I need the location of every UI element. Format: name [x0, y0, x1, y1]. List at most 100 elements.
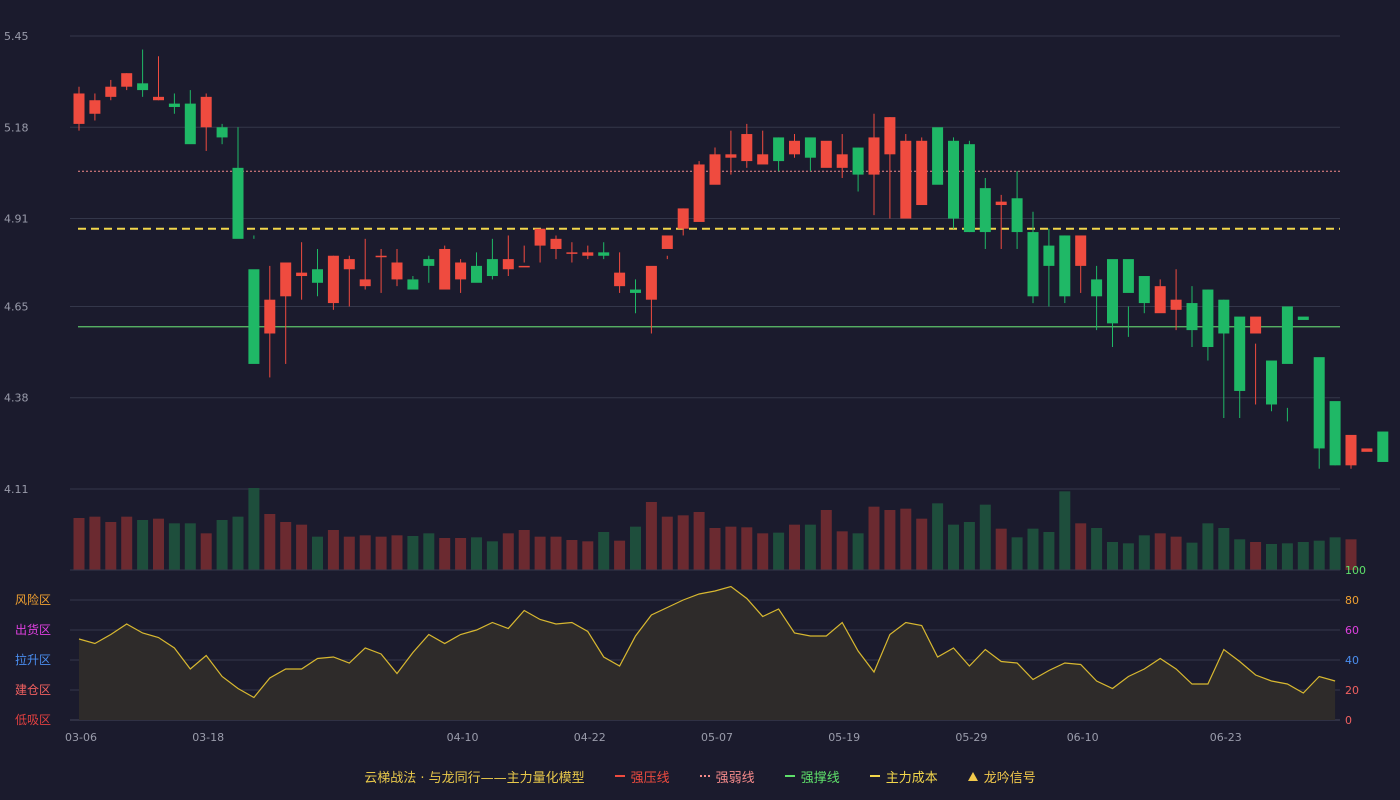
candle-body — [1170, 299, 1182, 310]
zone-label: 风险区 — [15, 592, 51, 607]
candle-body — [423, 259, 435, 266]
candle-body — [1234, 316, 1246, 391]
candle-body — [184, 103, 196, 145]
legend-item-signal[interactable]: 龙吟信号 — [967, 767, 1036, 786]
candle-body — [375, 255, 387, 258]
volume-bar — [1075, 523, 1087, 570]
volume-bar — [89, 516, 101, 570]
volume-bar — [1234, 539, 1246, 570]
indicator-y-tick-label: 0 — [1345, 714, 1352, 727]
volume-bar — [677, 515, 689, 570]
volume-bar — [312, 536, 323, 570]
candle-body — [343, 259, 355, 270]
volume-bar — [1027, 528, 1039, 570]
volume-bar — [1138, 535, 1150, 570]
volume-bar — [502, 533, 514, 570]
candle-body — [1075, 235, 1087, 266]
volume-bar — [471, 537, 482, 570]
candle-body — [1297, 316, 1309, 320]
candle-body — [709, 154, 721, 185]
indicator-y-tick-label: 100 — [1345, 564, 1366, 577]
volume-bar — [995, 528, 1007, 570]
candle-body — [773, 137, 785, 162]
y-tick-label: 4.91 — [4, 213, 29, 226]
volume-bar — [582, 541, 594, 570]
candle-body — [296, 272, 308, 277]
candle-body — [200, 96, 212, 128]
x-tick-label: 06-23 — [1210, 731, 1242, 744]
candle-body — [757, 154, 769, 165]
legend-item-support[interactable]: 强撑线 — [784, 767, 840, 786]
y-tick-label: 5.45 — [4, 30, 29, 43]
candle-body — [1091, 279, 1103, 297]
chart-container: 4.11 4.38 4.65 4.91 5.18 5.45 0 20 40 60 80 100 低吸区 建… — [0, 0, 1400, 800]
candle-body — [327, 255, 339, 304]
volume-bar — [741, 527, 753, 570]
candle-body — [407, 279, 419, 290]
volume-bar — [614, 540, 626, 570]
volume-bar — [900, 508, 912, 570]
volume-bar — [486, 541, 498, 570]
candle-body — [137, 83, 149, 91]
candle-body — [661, 235, 673, 249]
candle-body — [121, 73, 133, 87]
volume-bar — [455, 538, 467, 570]
candle-body — [1266, 360, 1277, 405]
candle-body — [216, 127, 228, 138]
candle-body — [264, 299, 276, 334]
candle-body — [359, 279, 371, 287]
volume-bar — [137, 520, 149, 570]
candle-body — [614, 272, 626, 287]
candle-body — [471, 265, 482, 283]
candle-body — [836, 154, 848, 168]
legend-item-strength[interactable]: 强弱线 — [699, 767, 755, 786]
volume-bar — [200, 533, 212, 570]
volume-bar — [598, 532, 610, 570]
volume-bar — [963, 522, 975, 570]
candle-body — [1107, 259, 1118, 324]
volume-bar — [1186, 542, 1198, 570]
candle-body — [1250, 316, 1262, 334]
volume-bar — [630, 526, 641, 570]
volume-bar — [264, 514, 276, 570]
volume-bar — [1122, 543, 1134, 570]
indicator-y-tick-label: 80 — [1345, 594, 1359, 607]
volume-bar — [1011, 537, 1023, 570]
candle-body — [566, 252, 578, 254]
candle-body — [391, 262, 403, 280]
candle-body — [1345, 434, 1357, 466]
volume-bar — [1154, 533, 1166, 570]
legend-item-cost[interactable]: 主力成本 — [869, 767, 938, 786]
volume-bar — [1281, 543, 1293, 570]
candle-body — [900, 140, 912, 219]
x-tick-label: 05-19 — [828, 731, 860, 744]
candle-body — [1059, 235, 1071, 297]
indicator-y-tick-label: 20 — [1345, 684, 1359, 697]
candle-body — [932, 127, 944, 185]
volume-bar — [1170, 536, 1182, 570]
volume-bar — [836, 531, 848, 570]
x-tick-label: 04-22 — [574, 731, 606, 744]
candle-body — [963, 144, 975, 233]
candle-body — [1154, 286, 1166, 314]
volume-bar — [248, 488, 260, 570]
candle-body — [884, 117, 896, 155]
candle-body — [1313, 357, 1325, 449]
volume-bar — [932, 503, 944, 570]
solid-line-icon — [784, 775, 795, 777]
x-tick-label: 06-10 — [1067, 731, 1099, 744]
volume-bar — [391, 535, 403, 570]
legend-label-resistance: 强压线 — [630, 770, 670, 786]
volume-bar — [280, 522, 292, 570]
volume-bar — [1091, 528, 1103, 570]
volume-bar — [359, 535, 371, 570]
candle-body — [820, 140, 832, 168]
volume-bar — [439, 538, 451, 570]
candle-body — [518, 265, 530, 268]
volume-bar — [232, 516, 244, 570]
legend-item-resistance[interactable]: 强压线 — [614, 767, 670, 786]
volume-bar — [343, 536, 355, 570]
candle-body — [153, 96, 164, 101]
candle-body — [852, 147, 864, 175]
candle-body — [789, 140, 800, 155]
